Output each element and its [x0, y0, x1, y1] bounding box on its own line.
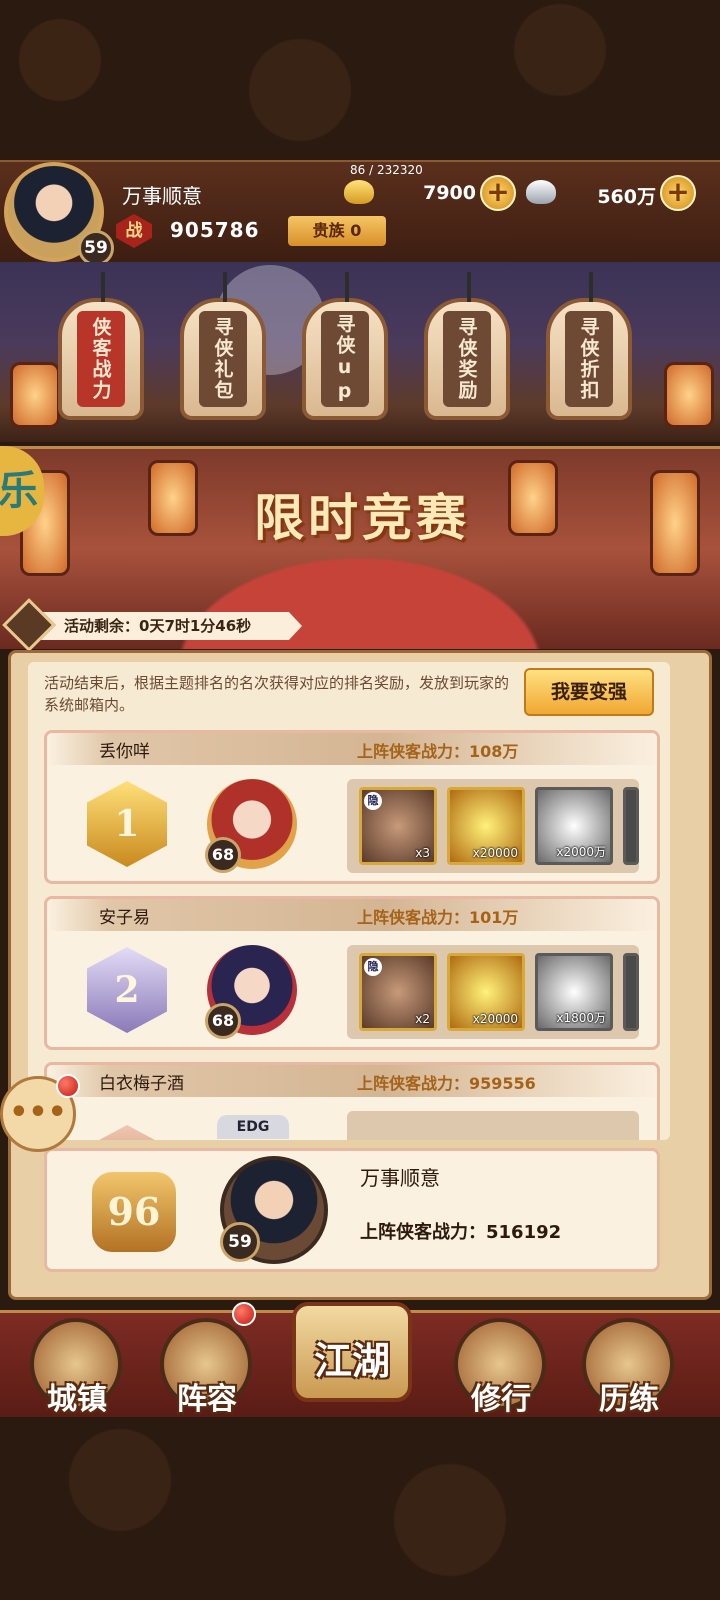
tab-cord: [589, 272, 593, 302]
event-timer: 活动剩余：0天7时1分46秒: [40, 612, 302, 640]
my-name: 万事顺意: [360, 1166, 440, 1190]
nav-lineup-label: 阵容: [177, 1382, 237, 1417]
tab-hero-power[interactable]: 侠客战力: [58, 272, 144, 420]
gold-amount: 7900: [423, 182, 476, 204]
tab-cord: [223, 272, 227, 302]
tab-cord: [101, 272, 105, 302]
reward-count: x2: [415, 1012, 430, 1026]
player-name: 万事顺意: [122, 184, 202, 208]
reward-strip: [347, 1111, 639, 1140]
gold-medal-icon: 1: [87, 781, 167, 867]
tab-search-discount[interactable]: 寻侠折扣: [546, 272, 632, 420]
tab-cord: [345, 272, 349, 302]
lantern-right: [664, 362, 714, 428]
player-level-badge: 59: [78, 230, 114, 266]
nav-town-label: 城镇: [47, 1382, 107, 1417]
silver-amount: 560万: [597, 186, 656, 208]
my-rank-badge: 96: [92, 1172, 176, 1252]
reward-count: x20000: [472, 1012, 518, 1026]
reward-count: x20000: [472, 846, 518, 860]
nav-jianghu-label: 江湖: [313, 1338, 390, 1383]
tab-search-reward[interactable]: 寻侠奖励: [424, 272, 510, 420]
silver-medal-icon: 2: [87, 947, 167, 1033]
reward-count: x3: [415, 846, 430, 860]
rank-player-name: 白衣梅子酒: [99, 1074, 184, 1094]
reward-count: x1800万: [556, 1011, 606, 1025]
gold-orb-reward[interactable]: x20000: [447, 953, 525, 1031]
lineup-notification-dot: [232, 1302, 256, 1326]
power-value: 905786: [170, 218, 260, 242]
hero-level-badge: 68: [205, 837, 241, 873]
rank-player-name: 安子易: [99, 908, 150, 928]
tab-label: 侠客战力: [77, 311, 125, 407]
rank-player-power: 上阵侠客战力：959556: [357, 1074, 536, 1093]
event-title: 限时竞赛: [254, 488, 470, 547]
my-power: 上阵侠客战力：516192: [360, 1222, 562, 1243]
tab-search-pack[interactable]: 寻侠礼包: [180, 272, 266, 420]
rank-player-power: 上阵侠客战力：108万: [357, 742, 519, 761]
lantern-left: [10, 362, 60, 428]
bronze-medal-icon: [87, 1125, 167, 1140]
event-description: 活动结束后，根据主题排名的名次获得对应的排名奖励，发放到玩家的系统邮箱内。: [44, 674, 510, 714]
get-stronger-button[interactable]: 我要变强: [524, 668, 654, 716]
my-level-badge: 59: [220, 1222, 260, 1262]
nav-cultivation-label: 修行: [471, 1382, 531, 1417]
tab-label: 寻侠奖励: [443, 311, 491, 407]
reward-count: x2000万: [556, 845, 606, 859]
noble-badge[interactable]: 贵族 0: [288, 216, 386, 246]
add-gold-button[interactable]: +: [480, 175, 516, 211]
tab-search-up[interactable]: 寻侠up: [302, 272, 388, 420]
hero-shard-reward[interactable]: 隐 x2: [359, 953, 437, 1031]
banner-lantern: [508, 460, 558, 536]
silver-reward[interactable]: x1800万: [535, 953, 613, 1031]
silver-reward[interactable]: x2000万: [535, 787, 613, 865]
tab-label: 寻侠折扣: [565, 311, 613, 407]
exp-counter: 86 / 232320: [350, 163, 423, 177]
tab-cord: [467, 272, 471, 302]
banner-lantern: [148, 460, 198, 536]
more-reward[interactable]: [623, 787, 639, 865]
banner-lantern: [650, 470, 700, 576]
hero-level-badge: 68: [205, 1003, 241, 1039]
hidden-tag: 隐: [364, 958, 382, 976]
rank-player-power: 上阵侠客战力：101万: [357, 908, 519, 927]
more-reward[interactable]: [623, 953, 639, 1031]
hidden-tag: 隐: [364, 792, 382, 810]
rank-number: 2: [114, 969, 140, 1011]
rank-card[interactable]: 安子易 上阵侠客战力：101万 2 68 隐 x2 x20000 x1800万: [44, 896, 660, 1050]
add-silver-button[interactable]: +: [660, 175, 696, 211]
rank-card[interactable]: 白衣梅子酒 上阵侠客战力：959556 EDG: [44, 1062, 660, 1140]
tab-label: 寻侠up: [321, 311, 369, 407]
rank-card[interactable]: 丢你咩 上阵侠客战力：108万 1 68 隐 x3 x20000 x2000万: [44, 730, 660, 884]
hero-edg-badge: EDG: [217, 1115, 289, 1139]
hero-shard-reward[interactable]: 隐 x3: [359, 787, 437, 865]
gold-orb-reward[interactable]: x20000: [447, 787, 525, 865]
tab-label: 寻侠礼包: [199, 311, 247, 407]
nav-training-label: 历练: [599, 1382, 659, 1417]
chat-notification-dot: [56, 1074, 80, 1098]
rank-number: 1: [114, 803, 140, 845]
rank-player-name: 丢你咩: [99, 742, 150, 762]
